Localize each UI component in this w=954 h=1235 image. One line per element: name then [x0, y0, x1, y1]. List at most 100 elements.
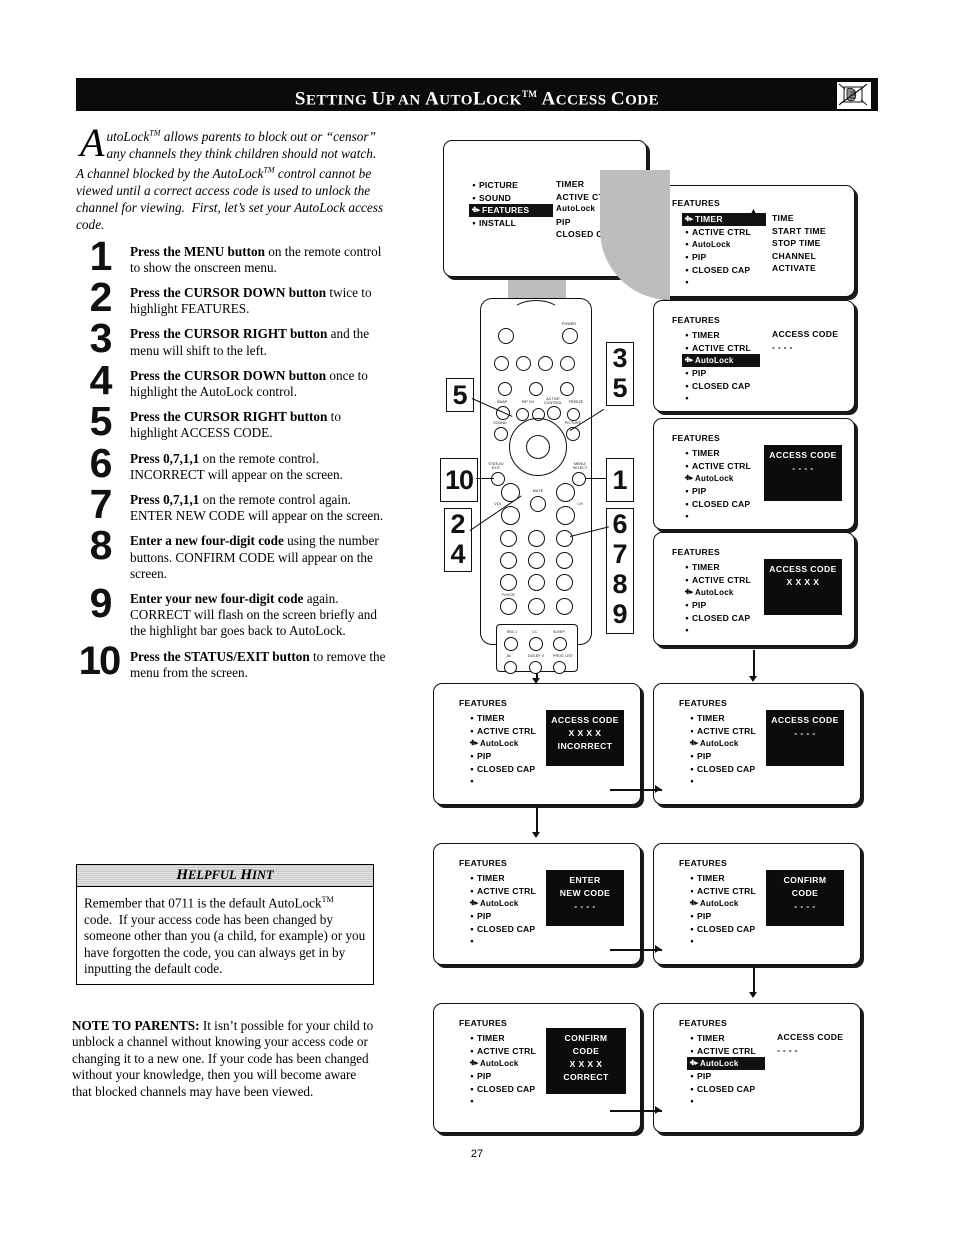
osd-menu-item[interactable]: • CLOSED CAP: [687, 922, 756, 935]
menu-select-button[interactable]: [572, 472, 586, 486]
power-button[interactable]: [562, 328, 578, 344]
osd-menu-item[interactable]: ✤▸ AutoLock: [687, 737, 756, 750]
osd-menu-item[interactable]: ✤▸ AutoLock: [682, 354, 760, 367]
osd-menu-item[interactable]: • ACTIVE CTRL: [467, 885, 536, 898]
osd-menu-item[interactable]: • ACTIVE CTRL: [687, 725, 756, 738]
osd-menu-item[interactable]: • PIP: [467, 750, 536, 763]
osd-menu-item[interactable]: • AutoLock: [682, 238, 766, 251]
av-button[interactable]: [504, 661, 517, 674]
osd-menu-item[interactable]: ✤▸ TIMER: [682, 213, 766, 226]
osd-submenu-item[interactable]: START TIME: [772, 226, 826, 239]
osd-menu-item[interactable]: • TIMER: [682, 561, 751, 574]
volume-down-button[interactable]: [501, 506, 520, 525]
osd-menu-item[interactable]: ✤▸ AutoLock: [687, 897, 756, 910]
osd-menu-item[interactable]: • PIP: [682, 485, 751, 498]
osd-menu-item[interactable]: •: [687, 935, 756, 948]
osd-menu-item[interactable]: • PIP: [682, 367, 760, 380]
tv-button[interactable]: [498, 382, 512, 396]
dolby-button[interactable]: [529, 661, 542, 674]
key-5[interactable]: [528, 552, 545, 569]
osd-menu-item[interactable]: • CLOSED CAP: [682, 379, 760, 392]
osd-menu-item[interactable]: • ACTIVE CTRL: [682, 342, 760, 355]
osd-menu-item[interactable]: • TIMER: [682, 329, 760, 342]
pause-button[interactable]: [498, 328, 514, 344]
osd-menu-item[interactable]: • PICTURE: [469, 179, 553, 192]
sleep-button[interactable]: [553, 637, 567, 651]
osd-menu-item[interactable]: ✤▸ AutoLock: [467, 897, 536, 910]
osd-submenu-item[interactable]: CHANNEL: [772, 251, 826, 264]
osd-menu-item[interactable]: • SOUND: [469, 192, 553, 205]
osd-menu-item[interactable]: • TIMER: [687, 1032, 765, 1045]
osd-menu-item[interactable]: • PIP: [687, 750, 756, 763]
osd-submenu-item[interactable]: - - - -: [772, 342, 838, 355]
key-7[interactable]: [500, 574, 517, 591]
osd-menu-item[interactable]: • ACTIVE CTRL: [682, 574, 751, 587]
osd-menu-item[interactable]: • TIMER: [687, 712, 756, 725]
osd-menu-item[interactable]: ✤▸ AutoLock: [467, 1057, 536, 1070]
osd-menu-item[interactable]: • TIMER: [467, 1032, 536, 1045]
key-2[interactable]: [528, 530, 545, 547]
osd-menu-item[interactable]: •: [682, 276, 766, 289]
key-9[interactable]: [556, 574, 573, 591]
osd-menu-item[interactable]: • ACTIVE CTRL: [687, 1045, 765, 1058]
osd-menu-item[interactable]: •: [467, 1095, 536, 1108]
play-button[interactable]: [538, 356, 553, 371]
osd-submenu-item[interactable]: - - - -: [777, 1045, 843, 1058]
osd-menu-item[interactable]: •: [687, 1095, 765, 1108]
osd-menu-item[interactable]: • CLOSED CAP: [687, 762, 756, 775]
vcr-button[interactable]: [529, 382, 543, 396]
osd-menu-item[interactable]: •: [682, 510, 751, 523]
key-8[interactable]: [528, 574, 545, 591]
osd-submenu-item[interactable]: STOP TIME: [772, 238, 826, 251]
osd-menu-item[interactable]: • PIP: [682, 599, 751, 612]
osd-menu-item[interactable]: • PIP: [467, 1070, 536, 1083]
key-4[interactable]: [500, 552, 517, 569]
osd-menu-item[interactable]: • PIP: [467, 910, 536, 923]
osd-menu-item[interactable]: •: [467, 775, 536, 788]
key-6[interactable]: [556, 552, 573, 569]
osd-menu-item[interactable]: •: [682, 392, 760, 405]
key-1[interactable]: [500, 530, 517, 547]
key-3[interactable]: [556, 530, 573, 547]
osd-menu-item[interactable]: • ACTIVE CTRL: [682, 226, 766, 239]
channel-up-button[interactable]: [556, 483, 575, 502]
osd-menu-item[interactable]: • ACTIVE CTRL: [467, 725, 536, 738]
osd-menu-item[interactable]: •: [682, 624, 751, 637]
osd-menu-item[interactable]: • TIMER: [467, 872, 536, 885]
mute-button[interactable]: [530, 496, 546, 512]
osd-menu-item[interactable]: • CLOSED CAP: [467, 922, 536, 935]
osd-menu-item[interactable]: ✤▸ AutoLock: [467, 737, 536, 750]
osd-menu-item[interactable]: • PIP: [687, 910, 756, 923]
freeze-button[interactable]: [567, 408, 580, 421]
osd-menu-item[interactable]: • CLOSED CAP: [682, 611, 751, 624]
osd-menu-item[interactable]: • PIP: [687, 1070, 765, 1083]
osd-submenu-item[interactable]: ACTIVATE: [772, 263, 826, 276]
rewind-button[interactable]: [494, 356, 509, 371]
osd-menu-item[interactable]: • CLOSED CAP: [467, 762, 536, 775]
osd-menu-item[interactable]: • CLOSED CAP: [687, 1082, 765, 1095]
osd-submenu-item[interactable]: TIME: [772, 213, 826, 226]
tv-vcr-button[interactable]: [500, 598, 517, 615]
sound-button[interactable]: [494, 427, 508, 441]
osd-menu-item[interactable]: • PIP: [682, 251, 766, 264]
osd-menu-item[interactable]: • ACTIVE CTRL: [467, 1045, 536, 1058]
fast-forward-button[interactable]: [560, 356, 575, 371]
select-button[interactable]: [526, 435, 550, 459]
osd-menu-item[interactable]: • TIMER: [682, 447, 751, 460]
prog-list-button[interactable]: [553, 661, 566, 674]
osd-menu-item[interactable]: • CLOSED CAP: [682, 263, 766, 276]
acc-button[interactable]: [560, 382, 574, 396]
cc-button[interactable]: [529, 637, 543, 651]
osd-menu-item[interactable]: • CLOSED CAP: [467, 1082, 536, 1095]
osd-menu-item[interactable]: • TIMER: [467, 712, 536, 725]
osd-menu-item[interactable]: ✤▸ AutoLock: [682, 586, 751, 599]
osd-menu-item[interactable]: • TIMER: [687, 872, 756, 885]
osd-submenu-item[interactable]: ACCESS CODE: [777, 1032, 843, 1045]
ok-button[interactable]: [556, 598, 573, 615]
rec-button[interactable]: [504, 637, 518, 651]
osd-menu-item[interactable]: • ACTIVE CTRL: [682, 460, 751, 473]
osd-menu-item[interactable]: •: [467, 935, 536, 948]
stop-button[interactable]: [516, 356, 531, 371]
osd-menu-item[interactable]: ✤▸ FEATURES: [469, 204, 553, 217]
channel-down-button[interactable]: [556, 506, 575, 525]
